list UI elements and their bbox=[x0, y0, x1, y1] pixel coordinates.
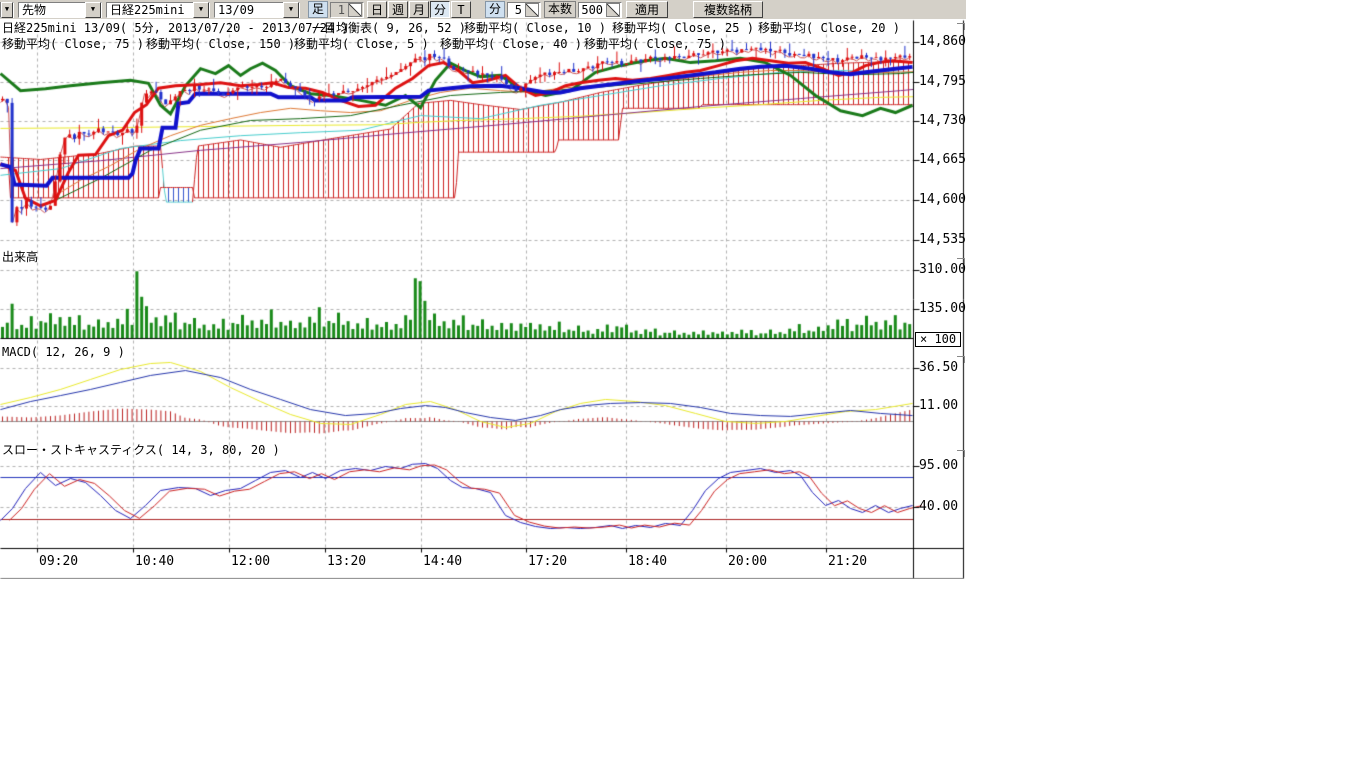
spin-updown-icon[interactable] bbox=[606, 3, 620, 17]
combo-dropdown-arrow-icon[interactable]: ▼ bbox=[283, 2, 299, 18]
interval-spinner[interactable]: 1 bbox=[330, 2, 364, 18]
period-tick-button[interactable]: T bbox=[451, 1, 471, 18]
spin-updown-icon[interactable] bbox=[348, 3, 362, 17]
time-axis-label: 13:20 bbox=[327, 555, 366, 568]
market-type-value: 先物 bbox=[19, 1, 85, 18]
time-axis-label: 14:40 bbox=[423, 555, 462, 568]
pane-corner-mark bbox=[957, 258, 965, 265]
period-minute-button[interactable]: 分 bbox=[430, 1, 450, 18]
price-axis-label: 14,730 bbox=[919, 114, 966, 127]
combo-dropdown-arrow-icon[interactable]: ▼ bbox=[193, 2, 209, 18]
period-day-button[interactable]: 日 bbox=[367, 1, 387, 18]
legend-item: 一目均衡表( 9, 26, 52 ) bbox=[312, 22, 466, 35]
combo-dropdown-arrow-icon[interactable]: ▼ bbox=[85, 2, 101, 18]
legend-item: 移動平均( Close, 25 ) bbox=[612, 22, 754, 35]
legend-item: 移動平均( Close, 75 ) bbox=[2, 38, 144, 51]
stoch-pane-label: スロー・ストキャスティクス( 14, 3, 80, 20 ) bbox=[2, 444, 280, 457]
price-axis-label: 14,600 bbox=[919, 193, 966, 206]
period-week-button[interactable]: 週 bbox=[388, 1, 408, 18]
stoch-axis-label: 95.00 bbox=[919, 459, 958, 472]
time-axis-label: 21:20 bbox=[828, 555, 867, 568]
legend-item: 移動平均( Close, 20 ) bbox=[758, 22, 900, 35]
period-month-button[interactable]: 月 bbox=[409, 1, 429, 18]
minute-value-spinner[interactable]: 5 bbox=[507, 2, 541, 18]
symbol-combo[interactable]: 日経225mini ▼ bbox=[106, 2, 210, 18]
bar-count-label: 本数 bbox=[544, 1, 576, 18]
volume-multiplier-badge: × 100 bbox=[915, 332, 961, 347]
pane-corner-mark bbox=[957, 23, 965, 30]
legend-item: 移動平均( Close, 5 ) bbox=[294, 38, 429, 51]
price-axis-label: 14,860 bbox=[919, 35, 966, 48]
multi-symbol-button[interactable]: 複数銘柄 bbox=[693, 1, 763, 18]
time-axis-label: 09:20 bbox=[39, 555, 78, 568]
time-axis-label: 18:40 bbox=[628, 555, 667, 568]
time-axis-label: 17:20 bbox=[528, 555, 567, 568]
volume-axis-label: 135.00 bbox=[919, 302, 966, 315]
price-chart-canvas[interactable] bbox=[0, 19, 966, 579]
price-axis-label: 14,665 bbox=[919, 153, 966, 166]
stoch-axis-label: 40.00 bbox=[919, 500, 958, 513]
contract-month-combo[interactable]: 13/09 ▼ bbox=[214, 2, 300, 18]
contract-month-value: 13/09 bbox=[215, 3, 283, 17]
time-axis-label: 12:00 bbox=[231, 555, 270, 568]
price-axis-label: 14,795 bbox=[919, 75, 966, 88]
interval-value: 1 bbox=[331, 3, 347, 17]
macd-pane-label: MACD( 12, 26, 9 ) bbox=[2, 346, 125, 359]
market-type-combo[interactable]: 先物 ▼ bbox=[18, 2, 102, 18]
time-axis-label: 20:00 bbox=[728, 555, 767, 568]
legend-item: 移動平均( Close, 40 ) bbox=[440, 38, 582, 51]
apply-button[interactable]: 適用 bbox=[626, 1, 668, 18]
toolbar: ▼ 先物 ▼ 日経225mini ▼ 13/09 ▼ 足 1 日 週 月 分 T… bbox=[0, 0, 966, 20]
price-axis-label: 14,535 bbox=[919, 233, 966, 246]
legend-item: 移動平均( Close, 10 ) bbox=[464, 22, 606, 35]
macd-axis-label: 11.00 bbox=[919, 399, 958, 412]
minute-unit-label: 分 bbox=[485, 1, 505, 18]
minute-value: 5 bbox=[508, 3, 524, 17]
bar-count-spinner[interactable]: 500 bbox=[578, 2, 622, 18]
time-axis-label: 10:40 bbox=[135, 555, 174, 568]
leftmost-combo-partial[interactable]: ▼ bbox=[0, 2, 14, 18]
legend-item: 日経225mini 13/09( 5分, 2013/07/20 - 2013/0… bbox=[2, 22, 349, 35]
spin-updown-icon[interactable] bbox=[525, 3, 539, 17]
bar-count-value: 500 bbox=[579, 3, 605, 17]
volume-pane-label: 出来高 bbox=[2, 251, 38, 264]
legend-item: 移動平均( Close, 75 ) bbox=[584, 38, 726, 51]
macd-axis-label: 36.50 bbox=[919, 361, 958, 374]
legend-item: 移動平均( Close, 150 ) bbox=[146, 38, 295, 51]
pane-corner-mark bbox=[957, 356, 965, 363]
pane-corner-mark bbox=[957, 450, 965, 457]
symbol-value: 日経225mini bbox=[107, 1, 193, 18]
combo-dropdown-arrow-icon[interactable]: ▼ bbox=[1, 2, 13, 18]
ashi-label: 足 bbox=[308, 1, 328, 18]
chart-app-window: ▼ 先物 ▼ 日経225mini ▼ 13/09 ▼ 足 1 日 週 月 分 T… bbox=[0, 0, 1366, 768]
chart-region: 日経225mini 13/09( 5分, 2013/07/20 - 2013/0… bbox=[0, 19, 966, 579]
